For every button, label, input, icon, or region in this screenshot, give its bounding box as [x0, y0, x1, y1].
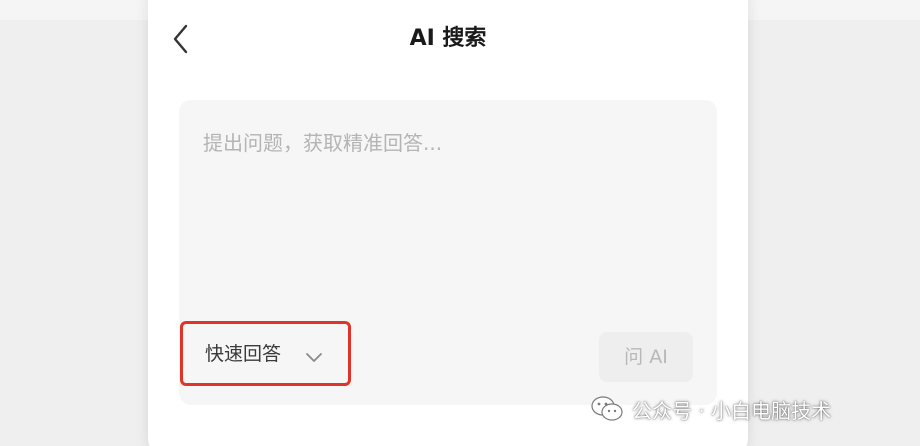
back-button[interactable] [168, 22, 196, 56]
chevron-down-icon [305, 348, 323, 367]
question-input[interactable] [203, 126, 693, 160]
screen: AI 搜索 快速回答 问 AI 公众号 · 小白电脑技术 [0, 0, 920, 446]
chevron-left-icon [168, 22, 196, 56]
answer-mode-label: 快速回答 [205, 343, 282, 365]
answer-mode-select[interactable]: 快速回答 [180, 321, 351, 386]
ask-ai-button[interactable]: 问 AI [599, 332, 693, 382]
